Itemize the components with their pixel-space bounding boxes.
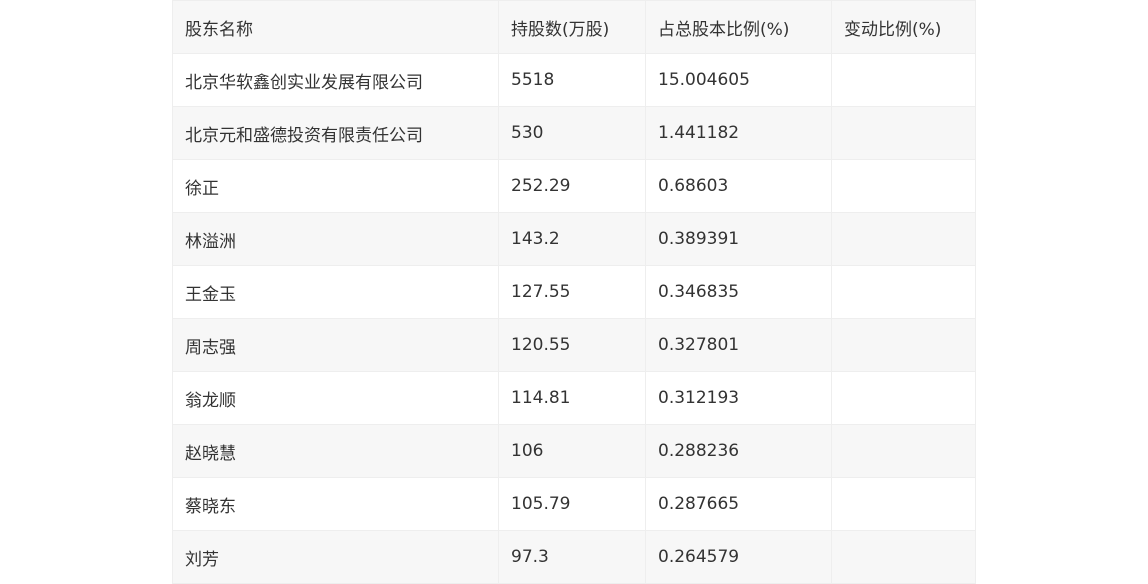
cell-share-ratio: 0.327801 bbox=[645, 318, 832, 372]
table-row: 周志强 120.55 0.327801 bbox=[172, 318, 976, 372]
cell-shareholder-name: 赵晓慧 bbox=[172, 424, 499, 478]
cell-shares-held: 5518 bbox=[498, 53, 646, 107]
cell-shareholder-name: 徐正 bbox=[172, 159, 499, 213]
cell-shareholder-name: 王金玉 bbox=[172, 265, 499, 319]
table-row: 徐正 252.29 0.68603 bbox=[172, 159, 976, 213]
cell-shareholder-name: 北京元和盛德投资有限责任公司 bbox=[172, 106, 499, 160]
cell-share-ratio: 0.389391 bbox=[645, 212, 832, 266]
table-row: 北京元和盛德投资有限责任公司 530 1.441182 bbox=[172, 106, 976, 160]
header-share-ratio: 占总股本比例(%) bbox=[645, 0, 832, 54]
cell-change-ratio bbox=[831, 265, 976, 319]
cell-change-ratio bbox=[831, 159, 976, 213]
table-body: 北京华软鑫创实业发展有限公司 5518 15.004605 北京元和盛德投资有限… bbox=[172, 53, 976, 584]
cell-shareholder-name: 北京华软鑫创实业发展有限公司 bbox=[172, 53, 499, 107]
table-header: 股东名称 持股数(万股) 占总股本比例(%) 变动比例(%) bbox=[172, 0, 976, 54]
header-row: 股东名称 持股数(万股) 占总股本比例(%) 变动比例(%) bbox=[172, 0, 976, 54]
cell-shares-held: 114.81 bbox=[498, 371, 646, 425]
table-row: 北京华软鑫创实业发展有限公司 5518 15.004605 bbox=[172, 53, 976, 107]
cell-shares-held: 252.29 bbox=[498, 159, 646, 213]
cell-shares-held: 106 bbox=[498, 424, 646, 478]
cell-shares-held: 530 bbox=[498, 106, 646, 160]
table-row: 赵晓慧 106 0.288236 bbox=[172, 424, 976, 478]
table-row: 蔡晓东 105.79 0.287665 bbox=[172, 477, 976, 531]
cell-share-ratio: 0.288236 bbox=[645, 424, 832, 478]
cell-change-ratio bbox=[831, 477, 976, 531]
cell-change-ratio bbox=[831, 318, 976, 372]
cell-shareholder-name: 林溢洲 bbox=[172, 212, 499, 266]
cell-change-ratio bbox=[831, 106, 976, 160]
table-row: 翁龙顺 114.81 0.312193 bbox=[172, 371, 976, 425]
shareholder-table: 股东名称 持股数(万股) 占总股本比例(%) 变动比例(%) 北京华软鑫创实业发… bbox=[172, 0, 976, 584]
cell-change-ratio bbox=[831, 424, 976, 478]
shareholder-table-container: 股东名称 持股数(万股) 占总股本比例(%) 变动比例(%) 北京华软鑫创实业发… bbox=[172, 0, 976, 584]
cell-share-ratio: 0.287665 bbox=[645, 477, 832, 531]
cell-share-ratio: 0.312193 bbox=[645, 371, 832, 425]
header-shareholder-name: 股东名称 bbox=[172, 0, 499, 54]
cell-share-ratio: 1.441182 bbox=[645, 106, 832, 160]
cell-shares-held: 105.79 bbox=[498, 477, 646, 531]
cell-shareholder-name: 翁龙顺 bbox=[172, 371, 499, 425]
cell-share-ratio: 0.346835 bbox=[645, 265, 832, 319]
cell-change-ratio bbox=[831, 371, 976, 425]
header-change-ratio: 变动比例(%) bbox=[831, 0, 976, 54]
cell-change-ratio bbox=[831, 212, 976, 266]
cell-shareholder-name: 蔡晓东 bbox=[172, 477, 499, 531]
cell-shareholder-name: 周志强 bbox=[172, 318, 499, 372]
cell-shares-held: 143.2 bbox=[498, 212, 646, 266]
cell-share-ratio: 0.68603 bbox=[645, 159, 832, 213]
table-row: 林溢洲 143.2 0.389391 bbox=[172, 212, 976, 266]
cell-change-ratio bbox=[831, 53, 976, 107]
table-row: 王金玉 127.55 0.346835 bbox=[172, 265, 976, 319]
cell-shares-held: 127.55 bbox=[498, 265, 646, 319]
header-shares-held: 持股数(万股) bbox=[498, 0, 646, 54]
cell-shares-held: 120.55 bbox=[498, 318, 646, 372]
cell-share-ratio: 15.004605 bbox=[645, 53, 832, 107]
